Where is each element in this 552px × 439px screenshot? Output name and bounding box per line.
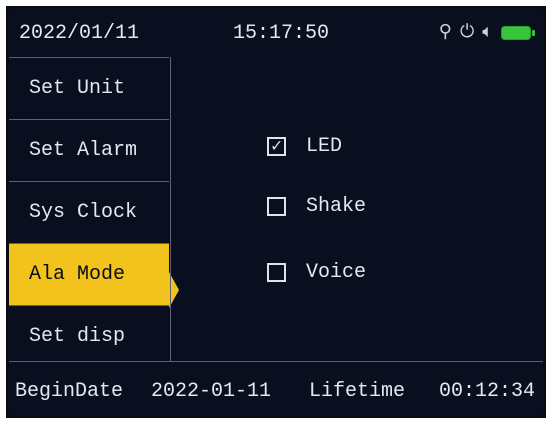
settings-menu: Set Unit Set Alarm Sys Clock Ala Mode Se… <box>9 57 175 361</box>
device-screen: 2022/01/11 15:17:50 ⚲ ⏻ 🔈︎ Set Unit Set … <box>6 6 546 418</box>
led-checkbox[interactable]: ✓ <box>267 137 286 156</box>
menu-item-set-disp[interactable]: Set disp <box>9 305 169 367</box>
begin-date-label: BeginDate <box>15 380 124 403</box>
speaker-icon: 🔈︎ <box>482 23 493 43</box>
option-label: Shake <box>306 195 367 218</box>
menu-item-label: Ala Mode <box>29 263 126 286</box>
shake-checkbox[interactable] <box>267 197 286 216</box>
info-footer: BeginDate 2022-01-11 Lifetime 00:12:34 <box>9 362 543 415</box>
menu-divider <box>170 57 171 361</box>
menu-item-set-alarm[interactable]: Set Alarm <box>9 119 169 181</box>
option-label: Voice <box>306 261 367 284</box>
menu-item-label: Set Unit <box>29 77 126 100</box>
option-voice[interactable]: Voice <box>267 261 366 284</box>
vibrate-icon: ⏻ <box>459 23 475 43</box>
option-led[interactable]: ✓ LED <box>267 135 342 158</box>
begin-date-value: 2022-01-11 <box>151 380 272 403</box>
menu-item-sys-clock[interactable]: Sys Clock <box>9 181 169 243</box>
option-label: LED <box>306 135 343 158</box>
menu-item-label: Set Alarm <box>29 139 138 162</box>
status-icons: ⚲ ⏻ 🔈︎ <box>438 23 535 43</box>
status-time: 15:17:50 <box>233 21 330 45</box>
usb-icon: ⚲ <box>438 23 452 43</box>
menu-item-set-unit[interactable]: Set Unit <box>9 57 169 119</box>
battery-icon <box>501 26 535 40</box>
menu-item-ala-mode[interactable]: Ala Mode <box>9 243 169 305</box>
menu-item-label: Set disp <box>29 325 126 348</box>
status-date: 2022/01/11 <box>19 21 140 45</box>
status-bar: 2022/01/11 15:17:50 ⚲ ⏻ 🔈︎ <box>9 9 543 57</box>
lifetime-value: 00:12:34 <box>439 380 536 403</box>
voice-checkbox[interactable] <box>267 263 286 282</box>
option-shake[interactable]: Shake <box>267 195 366 218</box>
menu-item-label: Sys Clock <box>29 201 138 224</box>
lifetime-label: Lifetime <box>309 380 406 403</box>
